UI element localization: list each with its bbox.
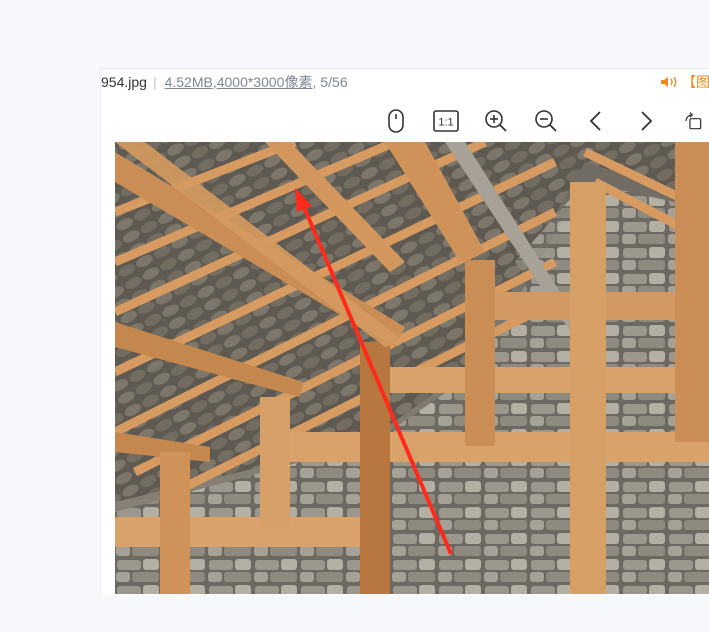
file-size-link[interactable]: 4.52MB xyxy=(165,74,213,90)
mouse-mode-icon xyxy=(388,109,404,133)
file-info-bar: 954.jpg | 4.52MB , 4000*3000像素 , 5/56 xyxy=(101,69,709,95)
zoom-in-icon xyxy=(485,110,507,132)
next-icon xyxy=(641,111,653,131)
zoom-in-button[interactable] xyxy=(483,108,509,134)
next-button[interactable] xyxy=(633,108,659,134)
actual-size-button[interactable]: 1:1 xyxy=(433,108,459,134)
image-dimensions-link[interactable]: 4000*3000像素 xyxy=(217,72,313,92)
file-name: 954.jpg xyxy=(101,74,147,90)
rotate-button[interactable] xyxy=(683,108,703,134)
notice-text: 【图 xyxy=(682,74,709,90)
mouse-mode-button[interactable] xyxy=(383,108,409,134)
actual-size-label: 1:1 xyxy=(438,117,453,129)
zoom-out-icon xyxy=(535,110,557,132)
info-comma: , xyxy=(312,74,317,90)
rotate-icon xyxy=(685,112,702,130)
image-viewer: 954.jpg | 4.52MB , 4000*3000像素 , 5/56 【图… xyxy=(100,68,709,595)
photo-display[interactable] xyxy=(115,142,709,594)
previous-button[interactable] xyxy=(583,108,609,134)
speaker-icon xyxy=(661,76,677,88)
image-position: 5/56 xyxy=(320,74,348,90)
previous-icon xyxy=(589,111,601,131)
actual-size-icon: 1:1 xyxy=(433,110,459,132)
notice-link[interactable]: 【图 xyxy=(660,69,709,95)
viewer-toolbar: 1:1 xyxy=(383,107,703,135)
zoom-out-button[interactable] xyxy=(533,108,559,134)
roof-truss-photo xyxy=(115,142,709,594)
info-separator: | xyxy=(152,74,157,90)
